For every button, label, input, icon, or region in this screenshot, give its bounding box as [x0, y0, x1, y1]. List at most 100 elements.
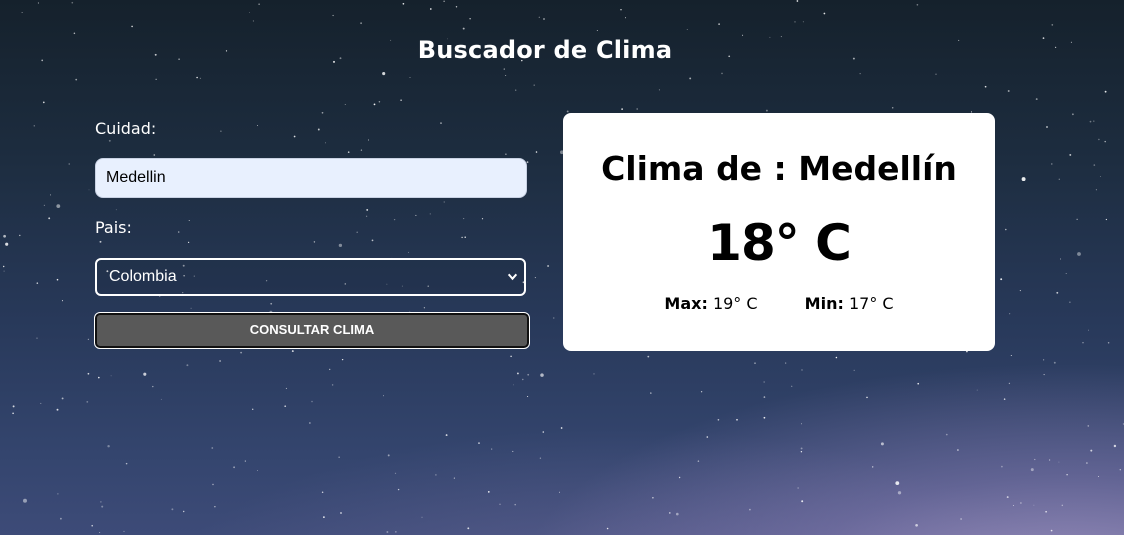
star	[338, 456, 340, 458]
star	[669, 512, 671, 514]
star	[309, 422, 311, 424]
star	[1077, 252, 1081, 256]
star	[1088, 329, 1089, 331]
star	[256, 469, 259, 472]
star	[543, 18, 545, 20]
star	[88, 189, 90, 191]
star	[1043, 374, 1045, 376]
star	[1069, 153, 1072, 156]
star	[98, 376, 100, 379]
star	[514, 503, 516, 506]
star	[409, 77, 411, 79]
star	[1060, 258, 1062, 260]
star	[566, 110, 569, 113]
star	[797, 487, 799, 489]
star	[311, 400, 313, 403]
star	[1086, 462, 1088, 464]
star	[1007, 90, 1010, 92]
page-title: Buscador de Clima	[417, 36, 673, 64]
max-temperature: Max: 19° C	[664, 294, 757, 313]
star	[487, 491, 490, 493]
star	[1005, 228, 1007, 231]
star	[321, 491, 324, 494]
star	[323, 516, 325, 518]
result-title: Clima de : Medellín	[601, 149, 957, 188]
star	[382, 72, 386, 76]
star	[650, 392, 652, 394]
star	[5, 242, 9, 246]
star	[736, 418, 738, 421]
star	[700, 391, 703, 393]
min-label: Min:	[804, 294, 844, 313]
star	[620, 8, 622, 11]
star	[1020, 502, 1022, 504]
star	[658, 89, 660, 91]
city-label: Cuidad:	[95, 119, 157, 138]
star	[624, 17, 627, 19]
star	[36, 337, 38, 339]
star	[559, 491, 560, 493]
star	[344, 104, 346, 105]
star	[1034, 458, 1036, 461]
star	[3, 234, 6, 238]
star	[1058, 178, 1060, 180]
star	[636, 108, 639, 110]
star	[935, 73, 937, 75]
star	[1010, 354, 1012, 357]
star	[341, 358, 344, 361]
star	[763, 416, 766, 419]
min-max-row: Max: 19° C Min: 17° C	[563, 294, 995, 313]
star	[960, 518, 962, 520]
star	[527, 373, 530, 376]
star	[796, 0, 799, 2]
country-selected-value: Colombia	[109, 268, 177, 285]
star	[56, 204, 61, 209]
star	[1050, 529, 1053, 532]
star	[1045, 511, 1047, 513]
star	[383, 395, 384, 397]
star	[1030, 468, 1034, 472]
star	[880, 442, 884, 446]
star	[455, 6, 458, 8]
star	[553, 317, 555, 319]
star	[258, 3, 260, 5]
star	[378, 101, 381, 103]
star	[1087, 425, 1090, 427]
star	[60, 517, 62, 520]
star	[249, 12, 250, 13]
star	[801, 369, 803, 371]
star	[512, 450, 514, 452]
star	[976, 389, 978, 391]
star	[400, 99, 402, 102]
star	[219, 360, 222, 362]
star	[284, 405, 287, 408]
star	[186, 364, 189, 367]
star	[1043, 359, 1045, 361]
star	[1033, 504, 1035, 506]
city-input[interactable]	[95, 158, 527, 198]
star	[895, 481, 900, 486]
star	[859, 73, 861, 75]
star	[110, 375, 112, 377]
star	[917, 382, 920, 385]
star	[42, 101, 45, 104]
consultar-clima-button[interactable]: CONSULTAR CLIMA	[94, 312, 530, 349]
star	[171, 508, 174, 511]
star	[823, 12, 826, 15]
star	[75, 78, 78, 81]
star	[791, 385, 793, 387]
star	[491, 448, 493, 450]
star	[101, 505, 104, 508]
star	[131, 25, 133, 28]
star	[467, 527, 470, 530]
star	[91, 524, 93, 527]
star	[196, 76, 198, 79]
country-select[interactable]: Colombia	[95, 258, 526, 296]
star	[606, 527, 609, 530]
star	[984, 85, 987, 88]
star	[689, 77, 692, 80]
chevron-down-icon	[507, 273, 518, 281]
star	[340, 512, 342, 514]
star	[560, 427, 563, 429]
star	[749, 508, 751, 511]
